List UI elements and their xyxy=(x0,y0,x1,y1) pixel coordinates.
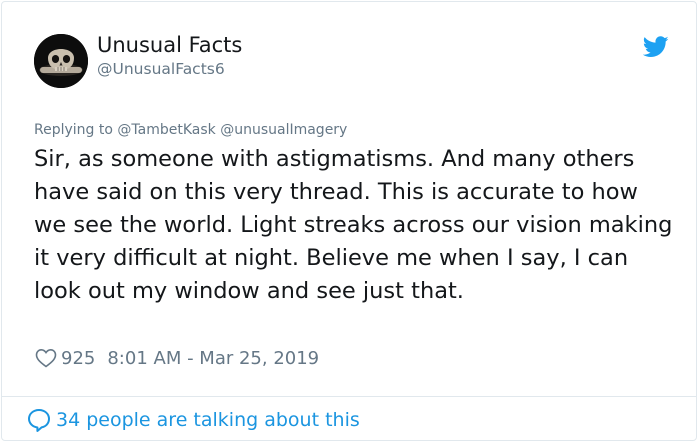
mention-link[interactable]: @unusualImagery xyxy=(220,122,347,138)
skull-avatar-icon xyxy=(34,34,88,88)
mention-link[interactable]: @TambetKask xyxy=(117,122,215,138)
heart-icon[interactable] xyxy=(34,346,58,370)
conversation-link[interactable]: 34 people are talking about this xyxy=(26,407,360,433)
tweet-meta: 925 8:01 AM - Mar 25, 2019 xyxy=(34,345,319,371)
avatar[interactable] xyxy=(34,34,88,88)
like-count[interactable]: 925 xyxy=(61,348,95,369)
tweet-text: Sir, as someone with astigmatisms. And m… xyxy=(34,146,673,304)
tweet-card: Unusual Facts @UnusualFacts6 Replying to… xyxy=(1,1,697,441)
user-handle[interactable]: @UnusualFacts6 xyxy=(97,60,225,78)
talking-label[interactable]: 34 people are talking about this xyxy=(56,409,360,431)
replying-to: Replying to @TambetKask @unusualImagery xyxy=(34,122,347,138)
display-name[interactable]: Unusual Facts xyxy=(97,33,242,57)
twitter-bird-icon[interactable] xyxy=(643,36,669,58)
speech-bubble-icon xyxy=(28,409,50,432)
divider xyxy=(2,396,696,397)
replying-prefix: Replying to xyxy=(34,122,118,138)
tweet-timestamp[interactable]: 8:01 AM - Mar 25, 2019 xyxy=(107,348,319,369)
